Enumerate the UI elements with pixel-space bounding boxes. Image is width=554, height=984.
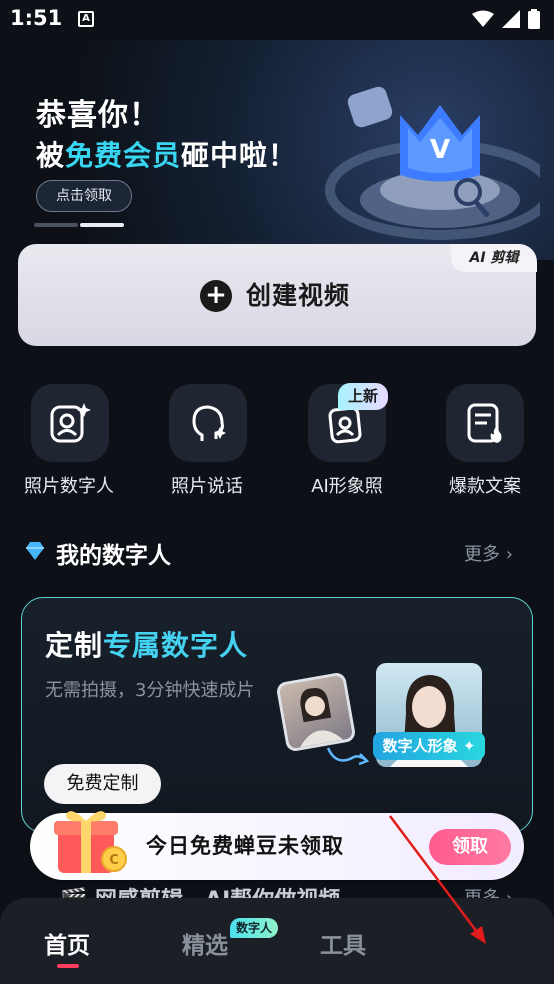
banner-pager	[34, 223, 124, 227]
tool-label: 爆款文案	[449, 476, 521, 497]
status-icons	[472, 9, 540, 29]
svg-text:V: V	[430, 135, 450, 165]
signal-icon	[502, 10, 520, 28]
section-title: 我的数字人	[56, 543, 171, 569]
vip-crown-illustration: V	[325, 86, 540, 240]
document-fire-icon	[467, 403, 502, 443]
head-profile-icon	[192, 405, 226, 441]
active-tab-indicator	[57, 964, 79, 968]
curved-arrow-icon	[326, 747, 370, 766]
more-link[interactable]: 更多 ›	[464, 540, 513, 566]
plus-icon: +	[200, 280, 232, 312]
portrait-sparkle-icon	[50, 403, 91, 443]
notification-icon: A	[78, 11, 94, 27]
viral-copy-tool[interactable]	[446, 384, 524, 462]
tool-label: AI形象照	[311, 476, 383, 497]
tool-label: 照片说话	[171, 476, 243, 497]
banner-title: 恭喜你！	[36, 98, 160, 133]
card-subtitle: 无需拍摄，3分钟快速成片	[45, 680, 255, 701]
battery-icon	[528, 9, 540, 29]
gift-icon: C	[54, 811, 127, 873]
banner-subtitle: 被免费会员砸中啦！	[36, 139, 298, 172]
tab-tools[interactable]: 工具	[320, 926, 366, 960]
new-badge: 上新	[338, 383, 388, 410]
annotation-arrow	[389, 815, 486, 944]
digital-human-tag: 数字人形象 ✦	[373, 732, 485, 760]
tab-featured[interactable]: 精选	[182, 926, 228, 960]
diamond-icon	[26, 542, 44, 560]
photo-talk-tool[interactable]	[169, 384, 247, 462]
digital-human-badge: 数字人	[230, 918, 278, 938]
create-video-label: 创建视频	[246, 281, 351, 310]
card-title: 定制专属数字人	[45, 629, 249, 662]
claim-button[interactable]: 点击领取	[36, 180, 132, 212]
tab-home[interactable]: 首页	[44, 926, 90, 960]
tool-label: 照片数字人	[24, 476, 114, 497]
svg-text:C: C	[109, 853, 119, 868]
reward-text: 今日免费蝉豆未领取	[146, 834, 344, 858]
status-time: 1:51	[10, 6, 63, 30]
ai-edit-badge: AI 剪辑	[451, 244, 537, 272]
wifi-icon	[472, 10, 494, 27]
free-customize-button[interactable]: 免费定制	[44, 764, 161, 804]
photo-digital-human-tool[interactable]	[31, 384, 109, 462]
